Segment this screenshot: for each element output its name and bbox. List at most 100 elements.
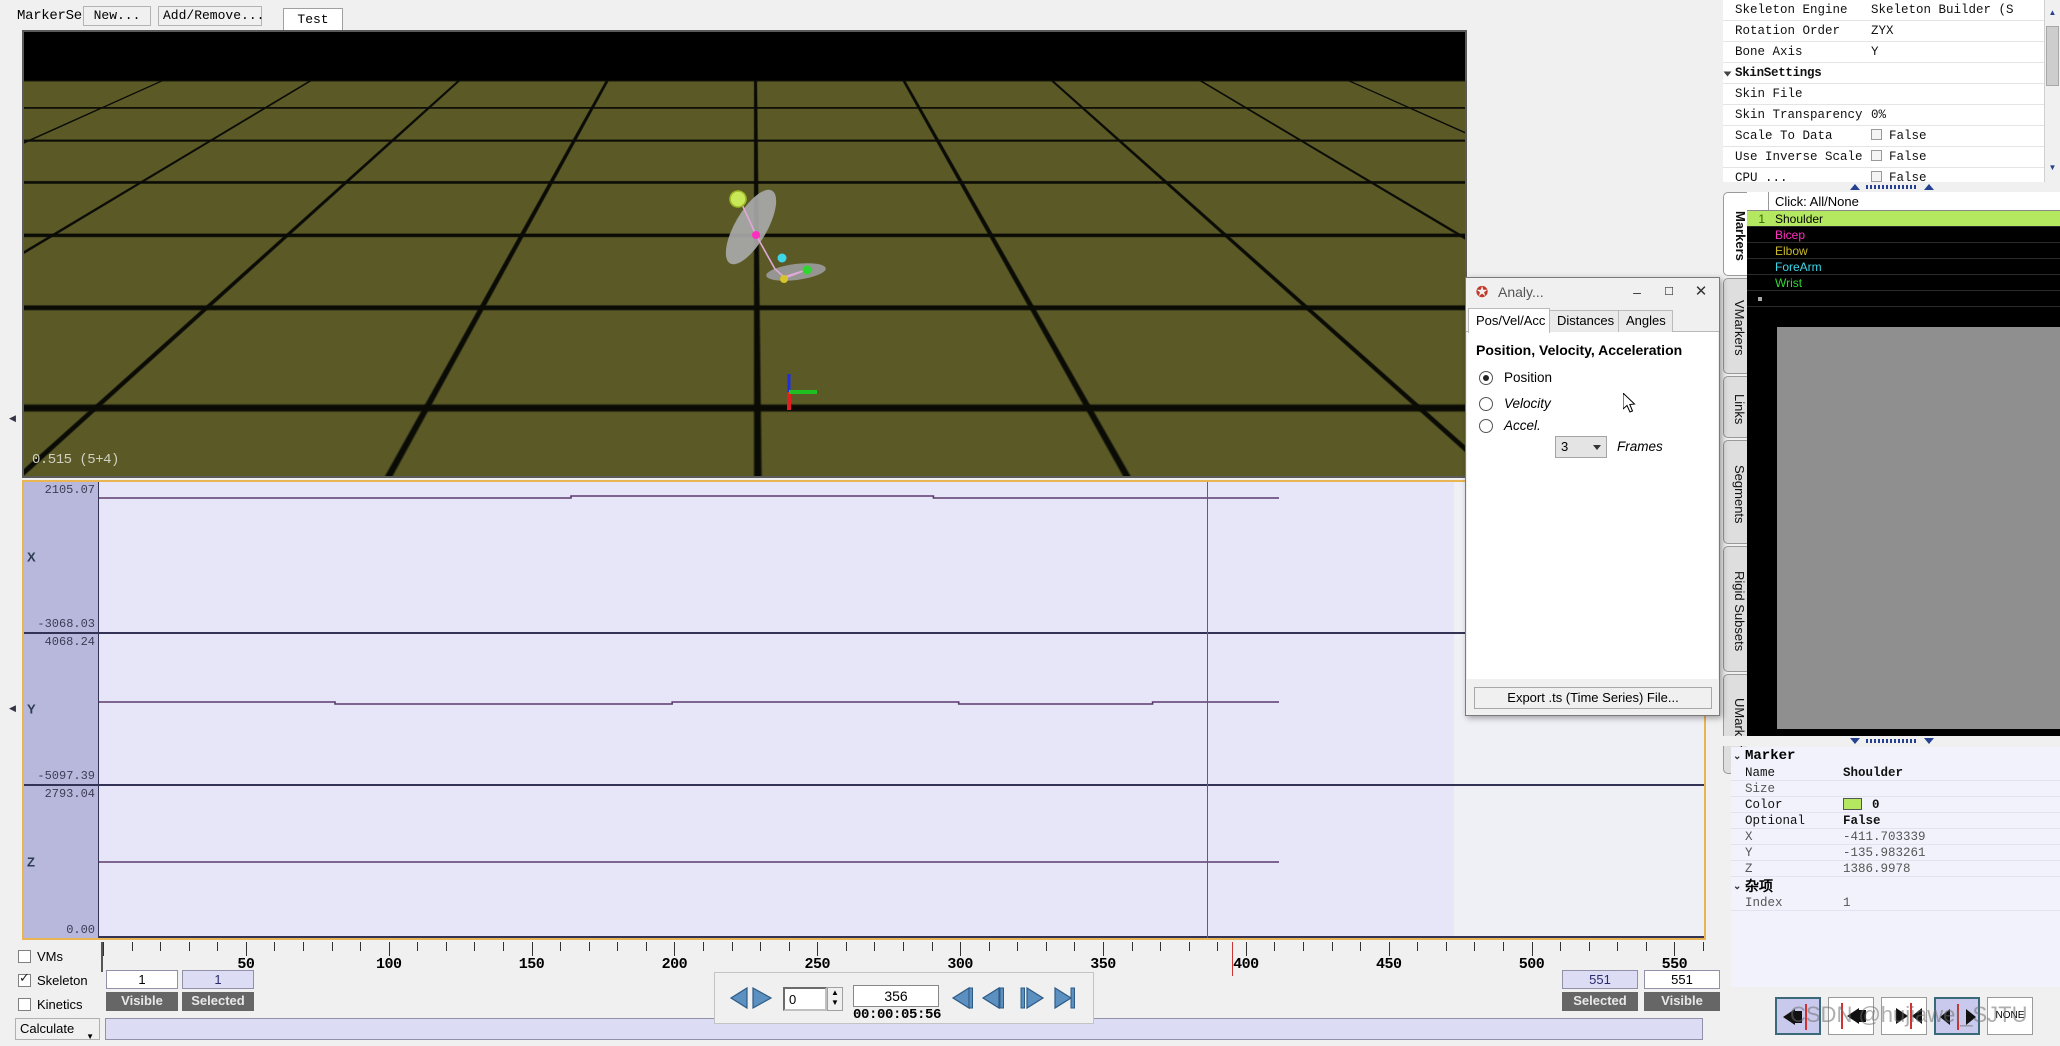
side-tab-segments[interactable]: Segments [1723, 440, 1747, 544]
splitter-arrow-up-icon-2[interactable] [1924, 184, 1934, 190]
gap-end-icon[interactable] [1881, 997, 1927, 1035]
property-value[interactable]: 0% [1871, 108, 2044, 122]
chevron-down-icon[interactable]: ⌄ [1733, 751, 1741, 763]
side-tab-markers[interactable]: Markers [1723, 192, 1749, 276]
dialog-tabs[interactable]: Pos/Vel/Acc Distances Angles [1466, 308, 1719, 332]
checkbox-vms[interactable] [18, 950, 31, 963]
radio-accel[interactable]: Accel. [1479, 418, 1541, 433]
graph-time-cursor[interactable] [1207, 482, 1208, 938]
marker-color-row[interactable]: Color 0 [1731, 797, 2060, 813]
marker-row-name[interactable]: Shoulder [1769, 212, 1823, 226]
frames-selected-button[interactable]: Selected [1562, 992, 1638, 1011]
gap-center-icon[interactable] [1934, 997, 1980, 1035]
marker-list[interactable]: Click: All/None 1 Shoulder 2 Bicep 3 Elbow 4 Fo… [1747, 192, 2060, 737]
marker-row-shoulder[interactable]: 1 Shoulder [1747, 211, 2060, 227]
marker-row-elbow[interactable]: 3 Elbow [1747, 243, 2060, 259]
property-row-skeleton-engine[interactable]: Skeleton Engine Skeleton Builder (S [1723, 0, 2044, 21]
marker-properties-grid[interactable]: ⌄ Marker Name Shoulder Size Color 0 Opti… [1731, 747, 2060, 987]
panel-splitter-bottom[interactable] [1723, 736, 2060, 746]
radio-position-button[interactable] [1479, 371, 1493, 385]
marker-optional-value[interactable]: False [1843, 814, 2060, 828]
new-markerset-button[interactable]: New... [83, 6, 151, 26]
dialog-tab-distances[interactable]: Distances [1549, 310, 1619, 332]
graph-plot-y[interactable] [99, 634, 1704, 786]
side-tab-rigid-subsets[interactable]: Rigid Subsets [1723, 546, 1747, 672]
property-value[interactable]: False [1871, 171, 2044, 182]
property-row-rotation-order[interactable]: Rotation Order ZYX [1723, 21, 2044, 42]
toggle-skeleton[interactable]: Skeleton [18, 968, 98, 992]
collapse-left-arrow-upper[interactable]: ◀ [9, 410, 18, 426]
property-value[interactable]: ZYX [1871, 24, 2044, 38]
scroll-up-icon[interactable]: ▲ [2047, 8, 2058, 19]
radio-accel-button[interactable] [1479, 419, 1493, 433]
graph-panel[interactable]: 2105.07 X -3068.03 4068.24 Y -5097.39 2793.04 Z… [22, 480, 1706, 940]
checkbox-skeleton[interactable] [18, 974, 31, 987]
scrollbar-thumb[interactable] [2046, 26, 2059, 86]
property-value[interactable]: False [1871, 150, 2044, 164]
property-checkbox[interactable] [1871, 150, 1882, 161]
property-checkbox[interactable] [1871, 171, 1882, 182]
maximize-icon[interactable]: ☐ [1656, 282, 1682, 304]
transport-prev-play-group[interactable] [727, 985, 777, 1011]
property-value[interactable]: Skeleton Builder (S [1871, 3, 2044, 17]
marker-optional-row[interactable]: Optional False [1731, 813, 2060, 829]
marker-row-name[interactable]: Bicep [1769, 228, 1805, 242]
marker-list-header-label[interactable]: Click: All/None [1775, 194, 1859, 209]
skeleton-visible-count[interactable]: 1 [106, 970, 178, 989]
property-row-bone-axis[interactable]: Bone Axis Y [1723, 42, 2044, 63]
property-row-scale-to-data[interactable]: Scale To Data False [1723, 126, 2044, 147]
gap-navigation-buttons[interactable]: NONE [1775, 997, 2050, 1039]
gap-start-icon[interactable] [1828, 997, 1874, 1035]
marker-list-header[interactable]: Click: All/None [1747, 192, 2060, 211]
calculate-dropdown-button[interactable]: Calculate ▼ [15, 1018, 100, 1040]
dialog-titlebar[interactable]: ✪ Analy... – ☐ ✕ [1466, 278, 1719, 308]
marker-row-forearm[interactable]: 4 ForeArm [1747, 259, 2060, 275]
marker-name-value[interactable]: Shoulder [1843, 766, 2060, 780]
color-swatch[interactable] [1843, 798, 1862, 810]
marker-row-name[interactable]: Elbow [1769, 244, 1808, 258]
frames-dropdown[interactable]: 3 [1555, 436, 1607, 458]
properties-scrollbar[interactable]: ▲ ▼ [2044, 0, 2060, 182]
frame-offset-input[interactable]: 0 [783, 987, 827, 1011]
marker-list-rows[interactable]: 1 Shoulder 2 Bicep 3 Elbow 4 ForeArm 5 Wrist [1747, 211, 2060, 307]
gap-none-button[interactable]: NONE [1987, 997, 2033, 1035]
toggle-kinetics[interactable]: Kinetics [18, 992, 98, 1016]
chevron-down-icon-2[interactable]: ⌄ [1733, 881, 1741, 893]
property-checkbox[interactable] [1871, 129, 1882, 140]
skeleton-visible-button[interactable]: Visible [106, 992, 178, 1011]
close-icon[interactable]: ✕ [1688, 282, 1714, 304]
frames-visible-count[interactable]: 551 [1644, 970, 1720, 989]
dialog-tab-pos-vel-acc[interactable]: Pos/Vel/Acc [1468, 308, 1550, 333]
ruler-cursor[interactable] [1232, 942, 1233, 976]
minimize-icon[interactable]: – [1624, 282, 1650, 304]
toggle-vms[interactable]: VMs [18, 944, 98, 968]
property-value[interactable]: Y [1871, 45, 2044, 59]
skeleton-selected-button[interactable]: Selected [182, 992, 254, 1011]
marker-row-name[interactable]: Wrist [1769, 276, 1802, 290]
splitter-arrow-up-icon[interactable] [1850, 184, 1860, 190]
graph-plot-area[interactable] [99, 482, 1704, 938]
viewport-3d[interactable]: 0.515 (5+4) [22, 30, 1467, 478]
marker-name-row[interactable]: Name Shoulder [1731, 765, 2060, 781]
export-timeseries-button[interactable]: Export .ts (Time Series) File... [1474, 687, 1712, 709]
current-frame-input[interactable]: 356 [853, 985, 939, 1007]
splitter-grip-2[interactable] [1866, 739, 1918, 743]
side-tab-vmarkers[interactable]: VMarkers [1723, 278, 1747, 374]
graph-plot-z[interactable] [99, 786, 1704, 938]
splitter-grip[interactable] [1866, 185, 1918, 189]
marker-row-bicep[interactable]: 2 Bicep [1747, 227, 2060, 243]
radio-velocity-button[interactable] [1479, 397, 1493, 411]
tab-test[interactable]: Test [283, 8, 343, 32]
property-row-cpu-[interactable]: CPU ... False [1723, 168, 2044, 182]
property-row-skinsettings[interactable]: SkinSettings [1723, 63, 2044, 84]
panel-splitter-top[interactable] [1723, 182, 2060, 192]
add-remove-markerset-button[interactable]: Add/Remove... [158, 6, 262, 26]
marker-size-row[interactable]: Size [1731, 781, 2060, 797]
marker-row-wrist[interactable]: 5 Wrist [1747, 275, 2060, 291]
property-value[interactable]: False [1871, 129, 2044, 143]
collapse-left-arrow-lower[interactable]: ◀ [9, 700, 18, 716]
frame-offset-stepper[interactable]: ▲ ▼ [827, 987, 843, 1011]
marker-properties-group-header[interactable]: ⌄ Marker [1731, 747, 2060, 765]
transport-nav-group[interactable] [947, 985, 1087, 1011]
radio-velocity[interactable]: Velocity [1479, 396, 1551, 411]
